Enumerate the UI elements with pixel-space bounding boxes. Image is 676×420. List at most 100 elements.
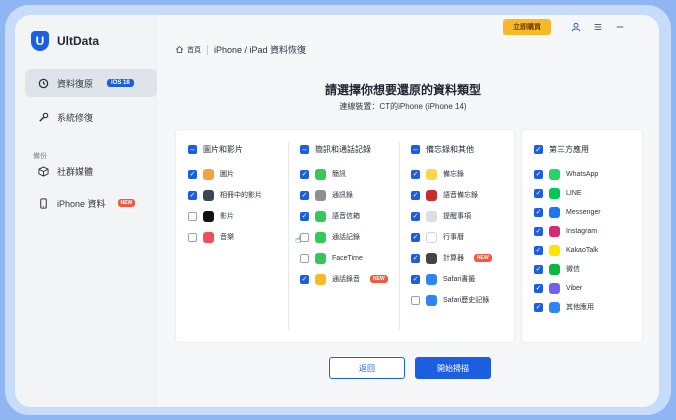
wrench-icon: [37, 111, 49, 123]
item-checkbox[interactable]: ✓: [534, 302, 543, 312]
list-item[interactable]: ✓ 語音備忘錄: [411, 189, 478, 201]
list-item[interactable]: ✓ Instagram: [534, 225, 597, 237]
item-label: 計算器: [443, 255, 464, 262]
item-checkbox[interactable]: [188, 211, 197, 221]
item-label: Instagram: [566, 227, 598, 235]
new-badge: NEW: [117, 199, 136, 207]
list-item[interactable]: ✓ 提醒事項: [411, 210, 471, 222]
messenger-icon: [549, 206, 560, 218]
item-checkbox[interactable]: ✓: [411, 232, 420, 242]
column-title: 備忘錄和其他: [426, 145, 474, 154]
list-item[interactable]: 影片: [188, 210, 234, 222]
ultdata-logo-icon: U: [31, 31, 49, 51]
item-label: 備忘錄: [443, 171, 464, 178]
item-label: 簡訊: [332, 171, 346, 178]
item-checkbox[interactable]: ✓: [411, 169, 420, 179]
item-label: WhatsApp: [566, 170, 599, 178]
item-checkbox[interactable]: ✓: [300, 169, 309, 179]
kakaotalk-icon: [549, 244, 560, 256]
list-item[interactable]: ✓ 行事曆: [411, 231, 464, 243]
sidebar-item-data-recovery[interactable]: 資料復原 iOS 18: [25, 69, 157, 97]
sidebar-item-iphone-data[interactable]: iPhone 資料 NEW: [25, 189, 157, 217]
calendar-icon: [426, 231, 437, 243]
item-checkbox[interactable]: ✓: [300, 190, 309, 200]
item-checkbox[interactable]: ✓: [300, 274, 309, 284]
list-item[interactable]: ✓ Messenger: [534, 206, 601, 218]
app-logo: U UltData: [31, 31, 99, 51]
list-item[interactable]: ✓ LINE: [534, 187, 582, 199]
hand-cursor-icon: ☝: [295, 235, 302, 246]
list-item[interactable]: 通話記錄: [300, 231, 360, 243]
item-checkbox[interactable]: ✓: [534, 169, 543, 179]
list-item[interactable]: Safari歷史記錄: [411, 294, 489, 306]
sidebar-item-label: 社群媒體: [57, 166, 94, 177]
device-name: CT的iPhone (iPhone 14): [379, 102, 467, 111]
item-checkbox[interactable]: ✓: [534, 245, 543, 255]
column-title: 圖片和影片: [203, 145, 243, 154]
minimize-icon[interactable]: [613, 20, 627, 34]
list-item[interactable]: ✓ 相冊中的影片: [188, 189, 262, 201]
list-item[interactable]: 音樂: [188, 231, 234, 243]
select-all-checkbox[interactable]: –: [411, 145, 420, 154]
list-item[interactable]: ✓ Safari書籤: [411, 273, 475, 285]
list-item[interactable]: FaceTime: [300, 252, 363, 264]
device-frame: U UltData 資料復原 iOS 18 系統修復 備份 社群媒體 iPhon…: [5, 5, 671, 415]
item-label: 相冊中的影片: [220, 192, 262, 199]
select-all-checkbox[interactable]: –: [300, 145, 309, 154]
voicemail-icon: [315, 210, 326, 222]
list-item[interactable]: ✓ 簡訊: [300, 168, 346, 180]
item-label: 行事曆: [443, 234, 464, 241]
item-checkbox[interactable]: ✓: [534, 264, 543, 274]
list-item[interactable]: ✓ 圖片: [188, 168, 234, 180]
user-icon[interactable]: [569, 20, 583, 34]
breadcrumb-home[interactable]: 首頁: [175, 45, 201, 55]
select-all-checkbox[interactable]: –: [188, 145, 197, 154]
list-item[interactable]: ✓ KakaoTalk: [534, 244, 598, 256]
column-header[interactable]: – 備忘錄和其他: [411, 144, 474, 155]
item-checkbox[interactable]: ✓: [188, 190, 197, 200]
column-header[interactable]: – 圖片和影片: [188, 144, 243, 155]
list-item[interactable]: ✓ 通訊錄: [300, 189, 353, 201]
item-checkbox[interactable]: ✓: [534, 188, 543, 198]
sidebar-item-label: iPhone 資料: [57, 198, 106, 209]
item-checkbox[interactable]: ✓: [411, 211, 420, 221]
column-header[interactable]: – 簡訊和通話記錄: [300, 144, 371, 155]
start-scan-button[interactable]: 開始掃描: [415, 357, 491, 379]
list-item[interactable]: ✓ 計算器 NEW: [411, 252, 492, 264]
list-item[interactable]: ✓ Viber: [534, 282, 582, 294]
column-header[interactable]: ✓ 第三方應用: [534, 144, 589, 155]
line-icon: [549, 187, 560, 199]
list-item[interactable]: ✓ 語音信箱: [300, 210, 360, 222]
buy-now-button[interactable]: 立即購買: [503, 19, 551, 35]
third-party-card: ✓ 第三方應用 ✓ WhatsApp ✓ LINE ✓ Messenger ✓ Instagram…: [521, 129, 643, 343]
item-checkbox[interactable]: ✓: [411, 274, 420, 284]
item-checkbox[interactable]: ✓: [534, 207, 543, 217]
select-all-checkbox[interactable]: ✓: [534, 145, 543, 154]
back-button[interactable]: 返回: [329, 357, 405, 379]
item-checkbox[interactable]: ✓: [300, 211, 309, 221]
item-checkbox[interactable]: [411, 295, 420, 305]
item-checkbox[interactable]: ✓: [534, 226, 543, 236]
list-item[interactable]: ✓ 通話錄音 NEW: [300, 273, 388, 285]
list-item[interactable]: ✓ 其他應用: [534, 301, 594, 313]
list-item[interactable]: ✓ 微信: [534, 263, 580, 275]
item-label: Safari歷史記錄: [443, 297, 490, 304]
app-window: U UltData 資料復原 iOS 18 系統修復 備份 社群媒體 iPhon…: [15, 15, 659, 407]
sidebar-item-social-media[interactable]: 社群媒體: [25, 157, 157, 185]
item-checkbox[interactable]: [300, 232, 309, 242]
item-checkbox[interactable]: ✓: [411, 190, 420, 200]
item-label: 語音備忘錄: [443, 192, 478, 199]
item-checkbox[interactable]: ✓: [411, 253, 420, 263]
menu-icon[interactable]: [591, 20, 605, 34]
list-item[interactable]: ✓ WhatsApp: [534, 168, 598, 180]
item-label: FaceTime: [332, 254, 363, 262]
instagram-icon: [549, 225, 560, 237]
list-item[interactable]: ✓ 備忘錄: [411, 168, 464, 180]
item-checkbox[interactable]: [188, 232, 197, 242]
appletv-icon: [203, 210, 214, 222]
item-checkbox[interactable]: ✓: [188, 169, 197, 179]
sidebar-item-system-repair[interactable]: 系統修復: [25, 103, 157, 131]
item-checkbox[interactable]: [300, 253, 309, 263]
item-checkbox[interactable]: ✓: [534, 283, 543, 293]
item-label: 影片: [220, 213, 234, 220]
